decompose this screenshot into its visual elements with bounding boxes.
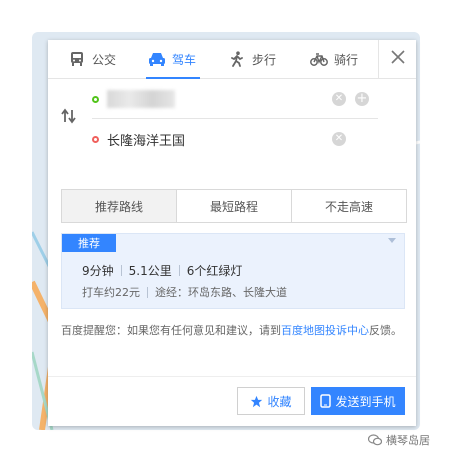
- complaint-center-link[interactable]: 百度地图投诉中心: [281, 324, 369, 337]
- route-inputs: ✕ + 长隆海洋王国 ✕: [48, 80, 416, 164]
- clear-start-icon[interactable]: ✕: [332, 92, 346, 106]
- close-button[interactable]: [378, 40, 417, 78]
- watermark: 横琴岛居: [368, 432, 430, 448]
- send-label: 发送到手机: [335, 394, 396, 409]
- separator: [178, 265, 180, 276]
- start-input-blurred[interactable]: [107, 90, 175, 108]
- star-icon: [250, 395, 263, 408]
- wechat-icon: [368, 434, 382, 446]
- start-dot-icon: [92, 95, 99, 103]
- transport-tabs: 公交 驾车 步行 骑行: [48, 40, 416, 79]
- filter-recommended[interactable]: 推荐路线: [62, 190, 176, 222]
- route-summary: 9分钟 5.1公里 6个红绿灯: [82, 262, 242, 279]
- route-filters: 推荐路线 最短路程 不走高速: [61, 189, 407, 223]
- tab-bus[interactable]: 公交: [68, 40, 116, 78]
- end-field[interactable]: 长隆海洋王国: [92, 122, 372, 156]
- route-panel: 公交 驾车 步行 骑行 ✕ + 长隆海洋王国 ✕ 推荐路线 最短路程 不走高速 …: [48, 40, 416, 426]
- recommend-badge: 推荐: [62, 234, 116, 252]
- chevron-down-icon[interactable]: [388, 238, 396, 243]
- tab-drive[interactable]: 驾车: [145, 40, 201, 79]
- tab-bike[interactable]: 骑行: [310, 40, 358, 78]
- notice-suffix: 反馈。: [369, 324, 402, 337]
- filter-shortest[interactable]: 最短路程: [176, 190, 291, 222]
- tab-bus-label: 公交: [92, 52, 117, 67]
- watermark-text: 横琴岛居: [386, 434, 430, 447]
- favorite-button[interactable]: 收藏: [237, 387, 305, 415]
- phone-icon: [320, 394, 332, 408]
- stop-divider: [92, 118, 378, 119]
- route-result-card[interactable]: 推荐 9分钟 5.1公里 6个红绿灯 打车约22元 途经：环岛东路、长隆大道: [61, 233, 405, 309]
- bike-icon: [310, 50, 328, 68]
- end-input-value: 长隆海洋王国: [107, 133, 186, 149]
- tab-walk[interactable]: 步行: [228, 40, 276, 78]
- end-dot-icon: [92, 135, 99, 143]
- feedback-notice: 百度提醒您：如果您有任何意见和建议，请到百度地图投诉中心反馈。: [61, 321, 409, 341]
- route-details: 打车约22元 途经：环岛东路、长隆大道: [82, 284, 287, 300]
- taxi-fare: 打车约22元: [82, 286, 140, 299]
- bus-icon: [68, 50, 86, 68]
- tab-walk-label: 步行: [252, 52, 277, 67]
- walk-icon: [228, 50, 246, 68]
- tab-drive-label: 驾车: [172, 52, 197, 67]
- close-icon: [390, 49, 406, 69]
- separator: [120, 265, 122, 276]
- traffic-lights: 6个红绿灯: [186, 264, 243, 278]
- start-field[interactable]: [92, 82, 372, 116]
- duration: 9分钟: [82, 264, 114, 278]
- via-roads: 途经：环岛东路、长隆大道: [155, 286, 287, 299]
- send-to-phone-button[interactable]: 发送到手机: [311, 387, 405, 415]
- divider: [48, 376, 416, 377]
- favorite-label: 收藏: [267, 394, 292, 409]
- filter-no-highway[interactable]: 不走高速: [291, 190, 406, 222]
- distance: 5.1公里: [128, 264, 172, 278]
- car-icon: [148, 50, 166, 68]
- separator: [147, 286, 148, 298]
- notice-prefix: 百度提醒您：如果您有任何意见和建议，请到: [61, 324, 281, 337]
- tab-bike-label: 骑行: [334, 52, 359, 67]
- add-waypoint-icon[interactable]: +: [355, 92, 369, 106]
- swap-icon[interactable]: [60, 108, 78, 128]
- clear-end-icon[interactable]: ✕: [332, 132, 346, 146]
